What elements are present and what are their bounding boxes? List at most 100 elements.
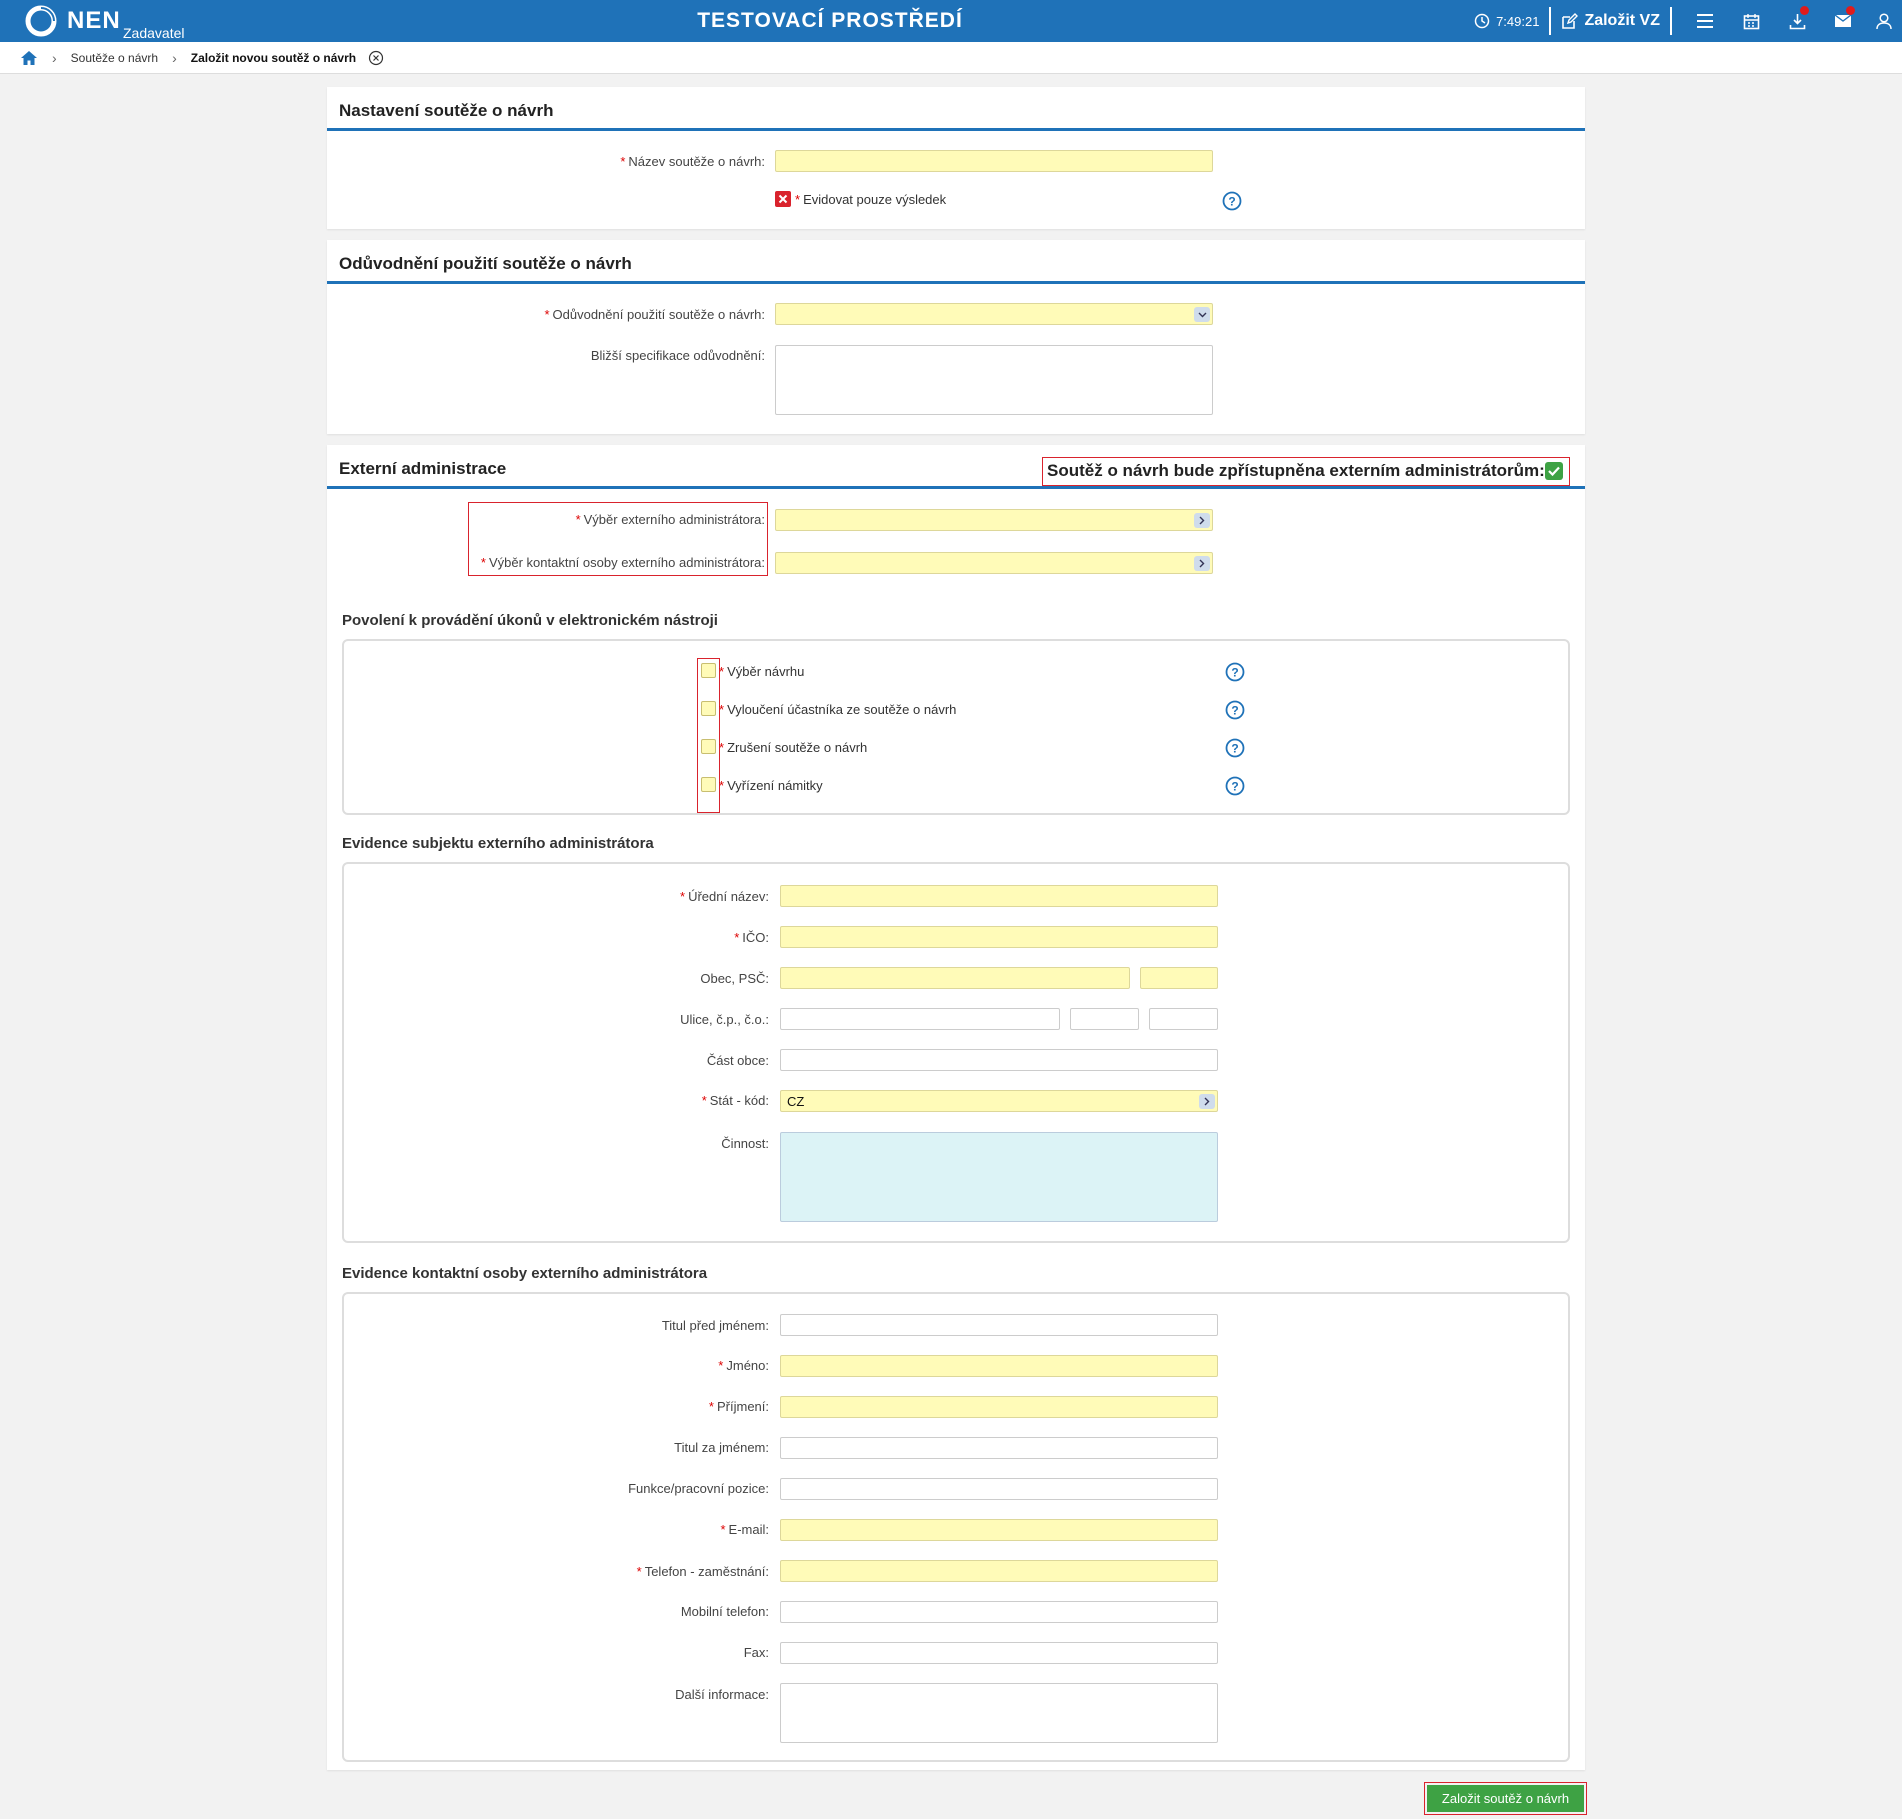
fax-input[interactable] xyxy=(780,1642,1218,1664)
top-bar: NEN Zadavatel TESTOVACÍ PROSTŘEDÍ 7:49:2… xyxy=(0,0,1902,42)
permission-checkbox-objection[interactable] xyxy=(701,777,716,792)
spec-label: Bližší specifikace odůvodnění: xyxy=(590,348,765,363)
panel-header: Externí administrace Soutěž o návrh bude… xyxy=(327,445,1585,489)
svg-text:?: ? xyxy=(1231,780,1238,794)
permission-label: * Vyloučení účastníka ze soutěže o návrh xyxy=(719,702,957,717)
email-input[interactable] xyxy=(780,1519,1218,1541)
permission-checkbox-selection[interactable] xyxy=(701,663,716,678)
last-name-input[interactable] xyxy=(780,1396,1218,1418)
separator xyxy=(1549,7,1552,35)
zip-input[interactable] xyxy=(1140,967,1218,989)
city-input[interactable] xyxy=(780,967,1130,989)
panel-header: Nastavení soutěže o návrh xyxy=(327,87,1585,131)
submit-competition-button[interactable]: Založit soutěž o návrh xyxy=(1424,1782,1587,1815)
mobile-input[interactable] xyxy=(780,1601,1218,1623)
edit-icon xyxy=(1562,12,1579,29)
email-label: * E-mail: xyxy=(720,1522,769,1537)
house-number-input[interactable] xyxy=(1070,1008,1139,1030)
chevron-right-icon: › xyxy=(52,49,57,66)
panel-justification: Odůvodnění použití soutěže o návrh * Odův… xyxy=(327,240,1585,434)
user-button[interactable] xyxy=(1866,0,1902,42)
external-admin-select[interactable] xyxy=(775,509,1213,531)
country-code-value: CZ xyxy=(787,1094,805,1109)
top-right-toolbar: 7:49:21 Založit VZ xyxy=(1474,0,1902,42)
menu-button[interactable] xyxy=(1682,0,1728,42)
admin-label: * Výběr externího administrátora: xyxy=(575,512,765,527)
activity-textarea[interactable] xyxy=(780,1132,1218,1222)
help-icon[interactable]: ? xyxy=(1225,738,1245,758)
official-name-input[interactable] xyxy=(780,885,1218,907)
environment-title: TESTOVACÍ PROSTŘEDÍ xyxy=(697,9,963,32)
street-input[interactable] xyxy=(780,1008,1060,1030)
country-code-select[interactable]: CZ xyxy=(780,1090,1218,1112)
permission-label: * Výběr návrhu xyxy=(719,664,805,679)
downloads-button[interactable] xyxy=(1774,0,1820,42)
title-after-label: Titul za jménem: xyxy=(674,1440,769,1455)
help-icon[interactable]: ? xyxy=(1222,191,1242,211)
justification-spec-textarea[interactable] xyxy=(775,345,1213,415)
permission-checkbox-exclusion[interactable] xyxy=(701,701,716,716)
chevron-right-icon[interactable] xyxy=(1194,556,1210,571)
download-icon xyxy=(1789,13,1805,29)
permissions-title: Povolení k provádění úkonů v elektronick… xyxy=(342,612,718,629)
panel-title: Externí administrace xyxy=(339,459,507,478)
first-name-input[interactable] xyxy=(780,1355,1218,1377)
street-label: Ulice, č.p., č.o.: xyxy=(680,1012,769,1027)
title-before-input[interactable] xyxy=(780,1314,1218,1336)
fax-label: Fax: xyxy=(743,1645,769,1660)
help-icon[interactable]: ? xyxy=(1225,776,1245,796)
phone-work-input[interactable] xyxy=(780,1560,1218,1582)
home-button[interactable] xyxy=(20,49,38,67)
external-access-checkbox[interactable] xyxy=(1545,462,1563,480)
create-vz-button[interactable]: Založit VZ xyxy=(1561,0,1660,42)
panel-header: Odůvodnění použití soutěže o návrh xyxy=(327,240,1585,284)
messages-button[interactable] xyxy=(1820,0,1866,42)
chevron-right-icon[interactable] xyxy=(1194,513,1210,528)
other-info-textarea[interactable] xyxy=(780,1683,1218,1743)
title-before-label: Titul před jménem: xyxy=(661,1318,769,1333)
breadcrumb-item-competitions[interactable]: Soutěže o návrh xyxy=(71,51,158,65)
calendar-icon xyxy=(1743,13,1759,29)
breadcrumb-current: Založit novou soutěž o návrh xyxy=(190,50,357,65)
ico-label: * IČO: xyxy=(734,930,769,945)
orientation-number-input[interactable] xyxy=(1149,1008,1218,1030)
chevron-down-icon[interactable] xyxy=(1194,307,1210,322)
panel-title: Nastavení soutěže o návrh xyxy=(339,101,554,120)
permission-label: * Zrušení soutěže o návrh xyxy=(719,740,868,755)
permission-checkbox-cancellation[interactable] xyxy=(701,739,716,754)
close-tab-icon[interactable] xyxy=(368,50,384,66)
city-zip-label: Obec, PSČ: xyxy=(700,971,769,986)
submit-label: Založit soutěž o návrh xyxy=(1427,1785,1584,1812)
activity-label: Činnost: xyxy=(721,1136,769,1151)
reason-label: * Odůvodnění použití soutěže o návrh: xyxy=(544,307,765,322)
contact-label: * Výběr kontaktní osoby externího adminis… xyxy=(480,555,765,570)
title-after-input[interactable] xyxy=(780,1437,1218,1459)
svg-text:?: ? xyxy=(1231,666,1238,680)
calendar-button[interactable] xyxy=(1728,0,1774,42)
first-name-label: * Jméno: xyxy=(718,1358,769,1373)
mail-icon xyxy=(1834,14,1852,27)
other-info-label: Další informace: xyxy=(675,1687,769,1702)
country-label: * Stát - kód: xyxy=(701,1093,769,1108)
panel-competition-settings: Nastavení soutěže o návrh * Název soutěže… xyxy=(327,87,1585,229)
help-icon[interactable]: ? xyxy=(1225,662,1245,682)
notification-dot xyxy=(1800,6,1809,15)
chevron-right-icon[interactable] xyxy=(1199,1094,1215,1109)
mobile-label: Mobilní telefon: xyxy=(680,1604,769,1619)
result-only-checkbox[interactable] xyxy=(775,191,791,207)
competition-name-input[interactable] xyxy=(775,150,1213,172)
chevron-right-icon: › xyxy=(172,49,177,66)
help-icon[interactable]: ? xyxy=(1225,700,1245,720)
position-label: Funkce/pracovní pozice: xyxy=(628,1481,769,1496)
x-icon xyxy=(778,194,788,204)
reason-select[interactable] xyxy=(775,303,1213,325)
district-input[interactable] xyxy=(780,1049,1218,1071)
checkmark-icon xyxy=(1548,466,1560,477)
ico-input[interactable] xyxy=(780,926,1218,948)
panel-title: Odůvodnění použití soutěže o návrh xyxy=(339,254,632,273)
svg-text:?: ? xyxy=(1231,704,1238,718)
external-admin-contact-select[interactable] xyxy=(775,552,1213,574)
position-input[interactable] xyxy=(780,1478,1218,1500)
breadcrumb: › Soutěže o návrh › Založit novou soutěž… xyxy=(0,42,1902,74)
svg-text:?: ? xyxy=(1231,742,1238,756)
